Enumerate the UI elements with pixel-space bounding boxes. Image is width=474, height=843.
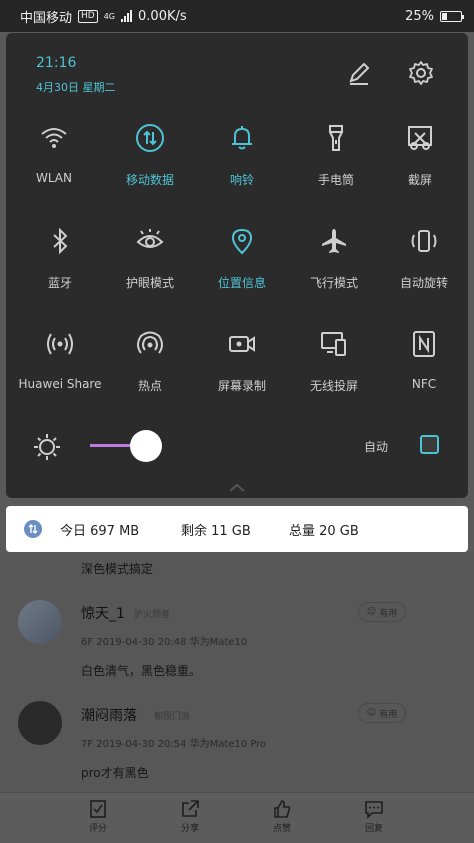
smile-icon: ☺: [366, 607, 377, 617]
bottom-label: 分享: [180, 824, 199, 834]
comment-meta: 7F 2019-04-30 20:54 华为Mate10 Pro: [81, 739, 267, 750]
carrier-name: 中国移动: [20, 10, 73, 26]
airplane-icon: [317, 224, 351, 258]
data-usage-card[interactable]: 今日 697 MB 剩余 11 GB 总量 20 GB: [6, 506, 468, 552]
brightness-row: 自动: [6, 428, 468, 468]
useful-button[interactable]: ☺ 有用: [358, 602, 406, 622]
battery-icon: [440, 10, 464, 22]
tile-flashlight[interactable]: 手电筒: [288, 119, 384, 209]
tile-label: 截屏: [407, 173, 432, 187]
tile-wlan[interactable]: WLAN: [6, 119, 102, 209]
tile-auto-rotate[interactable]: 自动旋转: [376, 222, 472, 312]
bottom-label: 回复: [364, 824, 383, 834]
collapse-handle-icon[interactable]: [228, 478, 246, 492]
rotate-icon: [407, 224, 441, 258]
bluetooth-icon: [43, 224, 77, 258]
screenshot-icon: [403, 121, 437, 155]
comment-author[interactable]: 惊天_1: [81, 603, 125, 623]
tile-label: 手电筒: [317, 173, 354, 187]
tile-label: Huawei Share: [18, 377, 102, 391]
tile-label: 热点: [137, 379, 162, 393]
like-button[interactable]: 点赞: [252, 799, 312, 834]
useful-label: 有用: [379, 709, 398, 720]
tile-label: WLAN: [35, 171, 72, 185]
gear-icon[interactable]: [405, 57, 437, 89]
useful-button[interactable]: ☺ 有用: [358, 703, 406, 723]
tile-label: 移动数据: [125, 173, 174, 187]
comment-text: 白色清气，黑色稳重。: [81, 664, 202, 678]
screen-record-icon: [225, 327, 259, 361]
comment-text: 深色模式搞定: [81, 562, 154, 576]
bottom-label: 点赞: [272, 824, 291, 834]
hotspot-icon: [133, 327, 167, 361]
eye-icon: [133, 224, 167, 258]
tile-location[interactable]: 位置信息: [194, 222, 290, 312]
tile-nfc[interactable]: NFC: [376, 325, 472, 415]
reply-icon: [365, 801, 383, 819]
comment-author[interactable]: 潮闷雨落: [81, 705, 137, 725]
auto-brightness-checkbox[interactable]: [420, 435, 439, 454]
tile-airplane[interactable]: 飞行模式: [286, 222, 382, 312]
bottom-label: 评分: [88, 824, 107, 834]
network-type: 4G: [103, 11, 116, 21]
usage-remaining: 剩余 11 GB: [181, 524, 251, 539]
tile-label: 飞行模式: [309, 276, 358, 290]
tile-screen-record[interactable]: 屏幕录制: [194, 325, 290, 415]
tile-label: 屏幕录制: [217, 379, 266, 393]
mobile-data-icon: [133, 121, 167, 155]
tile-ring[interactable]: 响铃: [194, 119, 290, 209]
signal-icon: [121, 10, 133, 22]
bell-icon: [225, 121, 259, 155]
share-icon: [182, 800, 199, 817]
thumbs-up-icon: [274, 800, 291, 818]
wifi-icon: [37, 121, 71, 155]
brightness-slider-thumb[interactable]: [130, 430, 162, 462]
useful-label: 有用: [379, 608, 398, 619]
battery-percent: 25%: [405, 8, 434, 24]
rate-button[interactable]: 评分: [68, 799, 128, 834]
tile-label: 护眼模式: [125, 276, 174, 290]
clock-time: 21:16: [36, 55, 77, 71]
bottom-action-bar: 评分 分享 点赞 回复: [0, 792, 474, 843]
tile-eye-comfort[interactable]: 护眼模式: [102, 222, 198, 312]
usage-today: 今日 697 MB: [60, 524, 140, 539]
network-speed: 0.00K/s: [138, 8, 187, 24]
tile-huawei-share[interactable]: Huawei Share: [12, 325, 108, 415]
smile-icon: ☺: [366, 708, 377, 718]
mobile-data-icon: [24, 520, 42, 538]
tile-screenshot[interactable]: 截屏: [372, 119, 468, 209]
tile-label: 自动旋转: [399, 276, 448, 290]
tile-wireless-projection[interactable]: 无线投屏: [286, 325, 382, 415]
nfc-icon: [407, 327, 441, 361]
usage-total: 总量 20 GB: [289, 524, 359, 539]
hd-badge: HD: [78, 9, 98, 23]
comment-meta: 6F 2019-04-30 20:48 华为Mate10: [81, 637, 248, 648]
auto-brightness-label: 自动: [364, 440, 389, 454]
tile-bluetooth[interactable]: 蓝牙: [12, 222, 108, 312]
avatar[interactable]: [18, 701, 62, 745]
user-tag: 护火预者: [134, 610, 171, 620]
share-button[interactable]: 分享: [160, 799, 220, 834]
rate-icon: [90, 800, 106, 818]
location-icon: [225, 224, 259, 258]
flashlight-icon: [319, 121, 353, 155]
avatar[interactable]: [18, 600, 62, 644]
tile-label: 位置信息: [217, 276, 266, 290]
tile-hotspot[interactable]: 热点: [102, 325, 198, 415]
brightness-icon: [32, 432, 62, 462]
status-bar: 中国移动 HD 4G 0.00K/s 25%: [0, 0, 474, 32]
comment-text: pro才有黑色: [81, 766, 149, 780]
user-tag: 都原门派: [154, 712, 191, 722]
tile-label: 响铃: [229, 173, 254, 187]
reply-button[interactable]: 回复: [344, 799, 404, 834]
cast-icon: [317, 327, 351, 361]
clock-date: 4月30日 星期二: [36, 81, 116, 94]
tile-label: 蓝牙: [47, 276, 72, 290]
huawei-share-icon: [43, 327, 77, 361]
edit-icon[interactable]: [343, 57, 375, 89]
quick-settings-panel: 21:16 4月30日 星期二 WLAN 移动数据 响铃 手电筒 截屏 蓝牙 护…: [6, 33, 468, 498]
tile-label: NFC: [411, 377, 437, 391]
tile-mobile-data[interactable]: 移动数据: [102, 119, 198, 209]
tile-label: 无线投屏: [309, 379, 358, 393]
